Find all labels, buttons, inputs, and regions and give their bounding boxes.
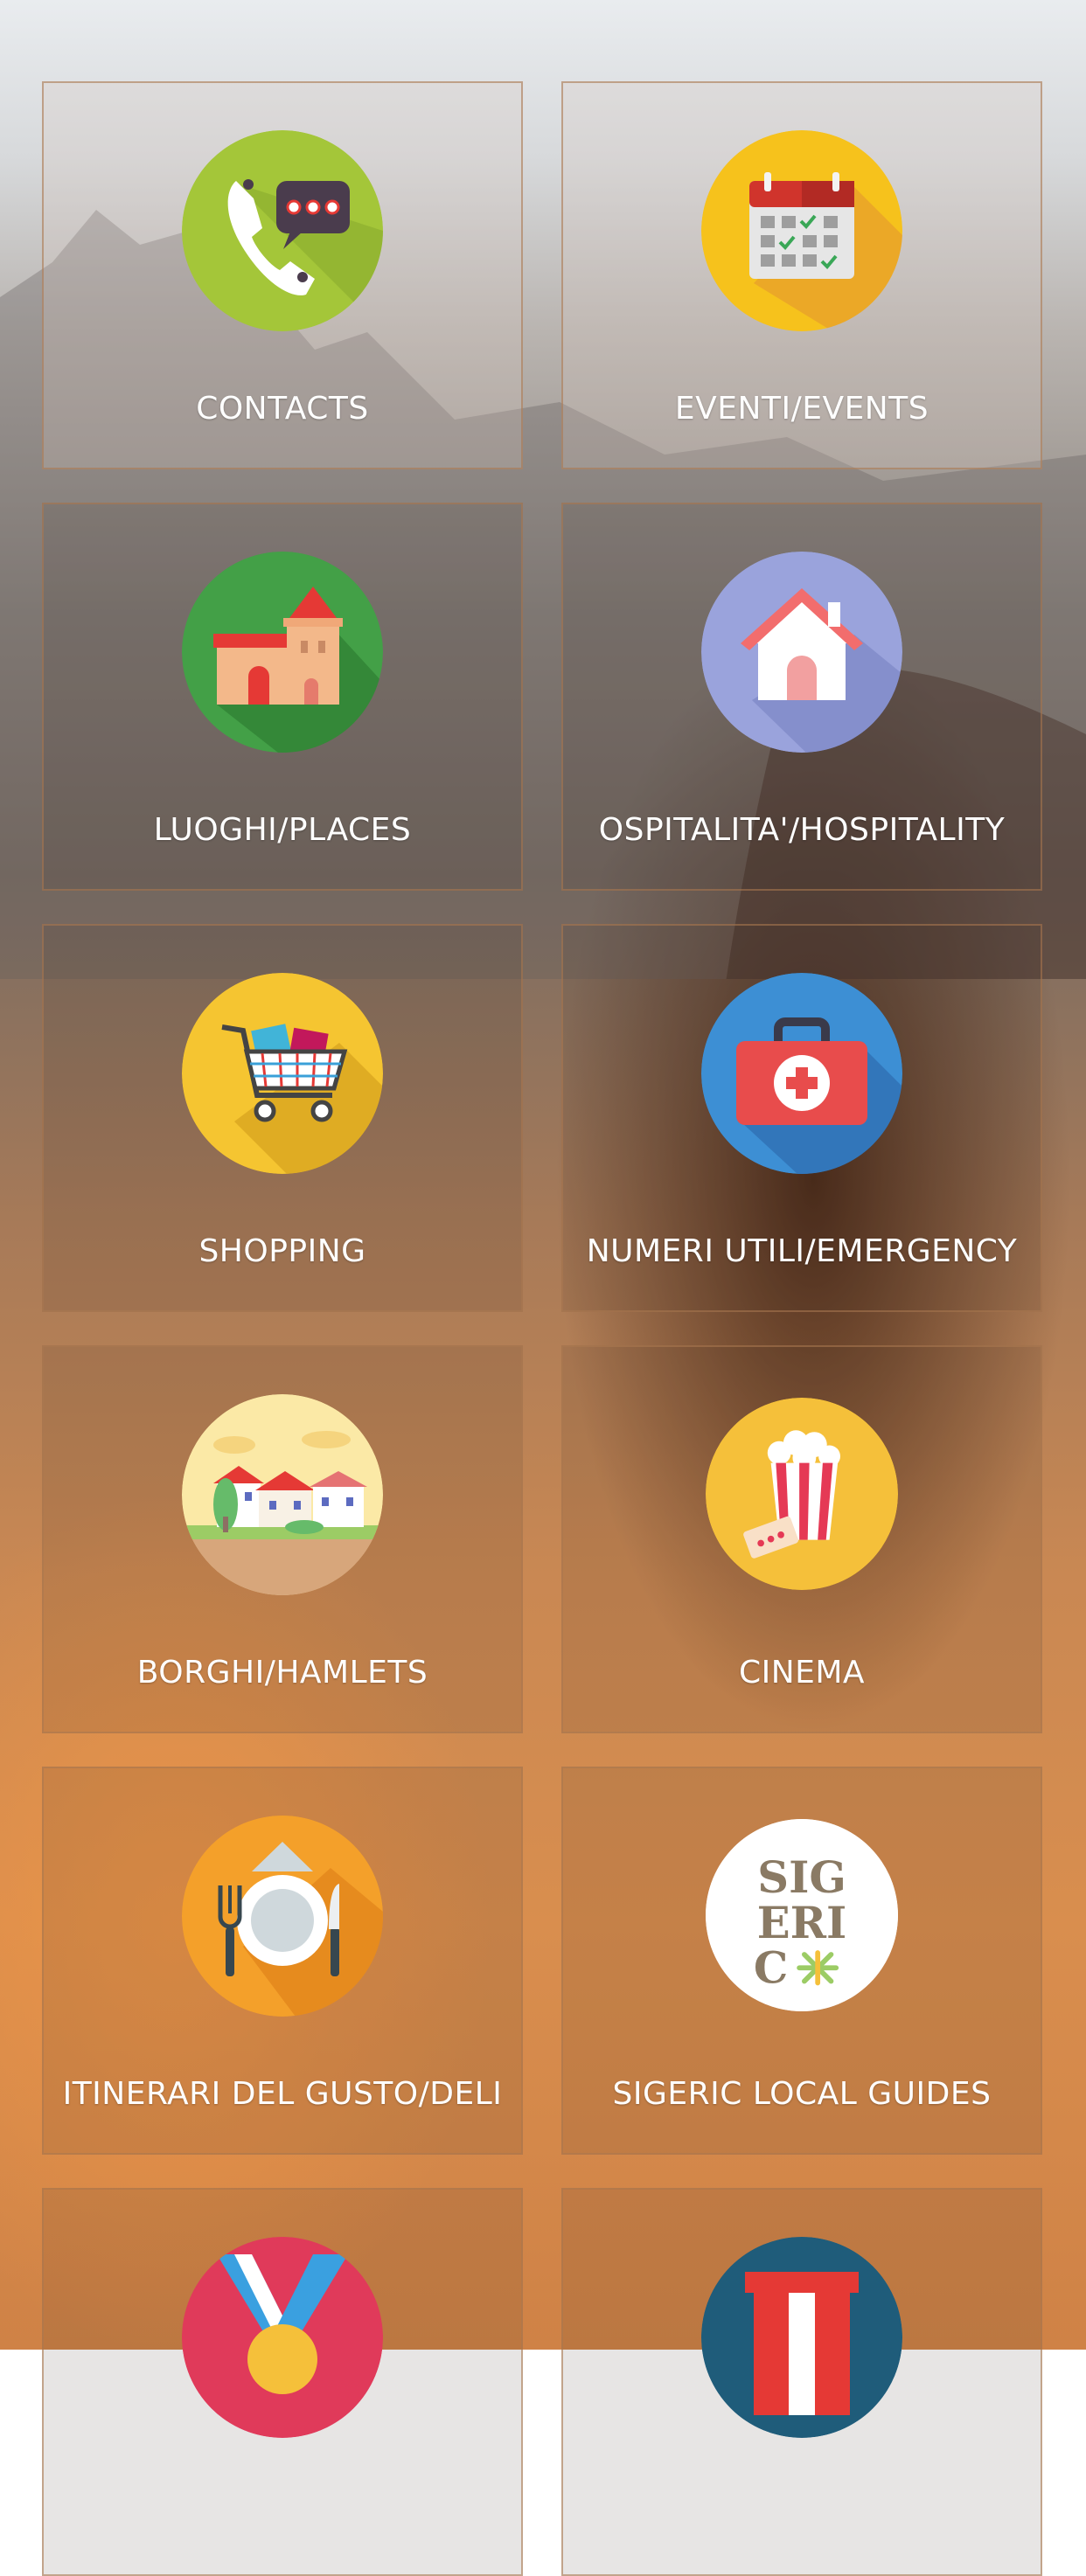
medal-icon <box>182 2237 383 2438</box>
tile-cinema[interactable]: CINEMA <box>561 1345 1042 1733</box>
castle-icon <box>182 552 383 753</box>
tile-label: EVENTI/EVENTS <box>674 391 929 427</box>
tile-places[interactable]: LUOGHI/PLACES <box>42 503 523 891</box>
tile-shopping[interactable]: SHOPPING <box>42 924 523 1312</box>
tile-theater[interactable] <box>561 2188 1042 2576</box>
tile-label: LUOGHI/PLACES <box>153 812 412 848</box>
calendar-icon <box>701 130 902 331</box>
tile-label: SIGERIC LOCAL GUIDES <box>612 2076 992 2112</box>
tile-label: SHOPPING <box>198 1233 366 1269</box>
tile-label: BORGHI/HAMLETS <box>136 1655 428 1691</box>
house-icon <box>701 552 902 753</box>
tile-hospitality[interactable]: OSPITALITA'/HOSPITALITY <box>561 503 1042 891</box>
tile-emergency[interactable]: NUMERI UTILI/EMERGENCY <box>561 924 1042 1312</box>
plate-cutlery-icon <box>182 1816 383 2017</box>
tile-label: NUMERI UTILI/EMERGENCY <box>586 1233 1018 1269</box>
first-aid-kit-icon <box>701 973 902 1174</box>
menu-grid: CONTACTS EVENTI/EVENTS LUOGHI/PLACES OSP… <box>42 81 1042 2576</box>
shopping-cart-icon <box>182 973 383 1174</box>
sigeric-logo-icon: SIG ERI C <box>706 1819 898 2011</box>
tile-contacts[interactable]: CONTACTS <box>42 81 523 469</box>
village-icon <box>182 1394 383 1595</box>
tile-label: CONTACTS <box>196 391 369 427</box>
tile-sigeric-guides[interactable]: SIG ERI C SIGERIC LOCAL GUIDES <box>561 1767 1042 2155</box>
logo-text-line-2: ERI <box>757 1897 846 1948</box>
tile-label: OSPITALITA'/HOSPITALITY <box>598 812 1006 848</box>
tile-label: ITINERARI DEL GUSTO/DELI <box>62 2076 503 2112</box>
theater-curtain-icon <box>701 2237 902 2438</box>
logo-text-line-3: C <box>754 1941 789 1993</box>
phone-chat-icon <box>182 130 383 331</box>
tile-hamlets[interactable]: BORGHI/HAMLETS <box>42 1345 523 1733</box>
popcorn-icon <box>706 1398 898 1590</box>
tile-events[interactable]: EVENTI/EVENTS <box>561 81 1042 469</box>
tile-deli[interactable]: ITINERARI DEL GUSTO/DELI <box>42 1767 523 2155</box>
tile-awards[interactable] <box>42 2188 523 2576</box>
tile-label: CINEMA <box>738 1655 866 1691</box>
logo-text-line-1: SIG <box>757 1851 846 1903</box>
